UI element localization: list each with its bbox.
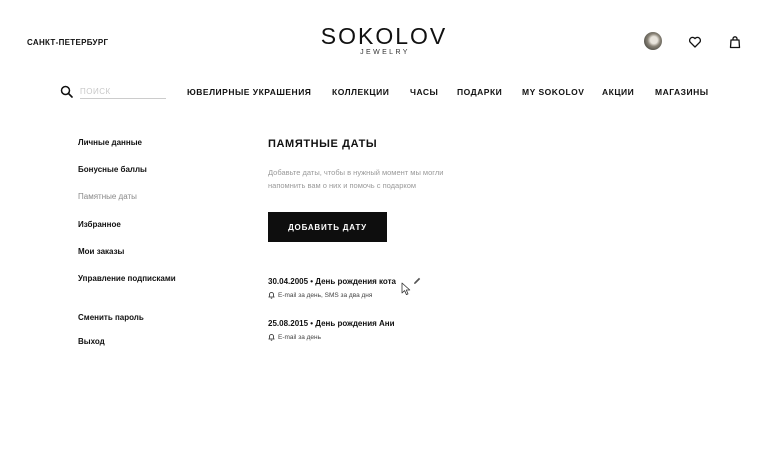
nav-item-gifts[interactable]: ПОДАРКИ [457, 87, 502, 97]
page-description: Добавьте даты, чтобы в нужный момент мы … [268, 166, 498, 192]
description-line-1: Добавьте даты, чтобы в нужный момент мы … [268, 168, 444, 177]
sidebar-item-subscriptions[interactable]: Управление подписками [78, 274, 176, 283]
bell-icon [268, 292, 275, 299]
change-password-link[interactable]: Сменить пароль [78, 313, 144, 322]
sidebar-item-personal-data[interactable]: Личные данные [78, 138, 142, 147]
date-item-notification: E-mail за день [268, 333, 321, 341]
notification-text: E-mail за день, SMS за два дня [278, 291, 373, 299]
date-item-notification: E-mail за день, SMS за два дня [268, 291, 372, 299]
avatar[interactable] [644, 32, 662, 50]
sidebar-item-memorable-dates[interactable]: Памятные даты [78, 192, 137, 201]
mouse-cursor-icon [401, 282, 411, 295]
sidebar-item-my-orders[interactable]: Мои заказы [78, 247, 124, 256]
search-icon[interactable] [60, 85, 73, 98]
edit-pencil-icon[interactable] [412, 276, 422, 286]
sidebar-item-favorites[interactable]: Избранное [78, 220, 121, 229]
notification-text: E-mail за день [278, 333, 322, 341]
bell-icon [268, 334, 275, 341]
search-input[interactable] [80, 85, 166, 99]
logout-link[interactable]: Выход [78, 337, 105, 346]
nav-item-my-sokolov[interactable]: MY SOKOLOV [522, 87, 584, 97]
sidebar-item-bonus-points[interactable]: Бонусные баллы [78, 165, 147, 174]
date-item-title: 30.04.2005 • День рождения кота [268, 277, 396, 286]
bag-icon[interactable] [728, 35, 742, 49]
logo-sub-text: JEWELRY [360, 49, 410, 56]
description-line-2: напомнить вам о них и помочь с подарком [268, 181, 417, 190]
page-title: ПАМЯТНЫЕ ДАТЫ [268, 138, 378, 150]
add-date-button[interactable]: ДОБАВИТЬ ДАТУ [268, 212, 387, 242]
nav-item-watches[interactable]: ЧАСЫ [410, 87, 438, 97]
date-item-title: 25.08.2015 • День рождения Ани [268, 319, 395, 328]
nav-item-promotions[interactable]: АКЦИИ [602, 87, 634, 97]
nav-item-jewelry[interactable]: ЮВЕЛИРНЫЕ УКРАШЕНИЯ [187, 87, 311, 97]
heart-icon[interactable] [688, 35, 702, 49]
nav-item-collections[interactable]: КОЛЛЕКЦИИ [332, 87, 389, 97]
nav-item-stores[interactable]: МАГАЗИНЫ [655, 87, 709, 97]
